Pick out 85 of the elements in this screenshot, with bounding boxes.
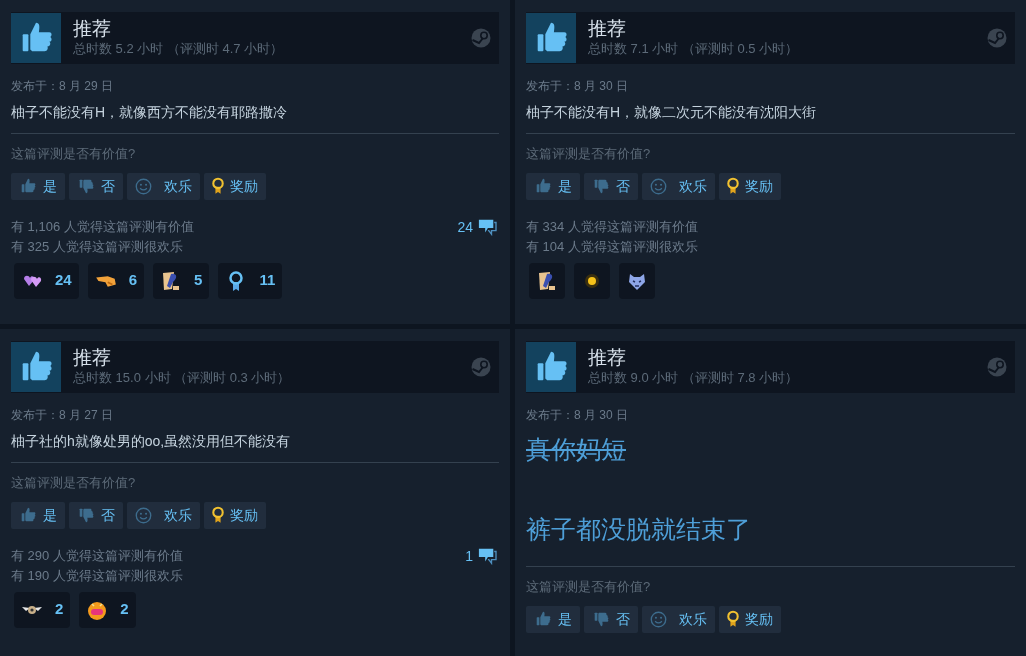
thumbs-up-icon: [19, 177, 37, 195]
vote-button[interactable]: 否: [69, 172, 123, 200]
vote-button[interactable]: 奖励: [719, 605, 781, 633]
scroll-icon: [536, 269, 558, 292]
comments-link[interactable]: 24: [457, 216, 497, 238]
award-count: 6: [128, 270, 138, 291]
vote-button[interactable]: 是: [526, 172, 580, 200]
award-count: 2: [120, 599, 129, 620]
thumbs-up-icon: [534, 177, 552, 195]
playtime-text: 总时数 15.0 小时 （评测时 0.3 小时）: [73, 369, 292, 387]
award-badge[interactable]: 11: [218, 262, 283, 299]
helpful-question: 这篇评测是否有价值?: [11, 474, 137, 492]
playtime-text: 总时数 9.0 小时 （评测时 7.8 小时）: [588, 369, 800, 387]
verdict-title: 推荐: [588, 18, 627, 40]
smiley-icon: [135, 506, 152, 524]
vote-button[interactable]: 奖励: [204, 172, 266, 200]
playtime-text: 总时数 7.1 小时 （评测时 0.5 小时）: [588, 40, 800, 58]
vote-button[interactable]: 是: [11, 501, 65, 529]
posted-date: 发布于：8 月 30 日: [526, 407, 630, 424]
vote-button[interactable]: 欢乐: [127, 501, 200, 529]
award-badge[interactable]: 2: [14, 591, 71, 628]
helpful-question: 这篇评测是否有价值?: [526, 145, 652, 163]
vote-button[interactable]: 否: [584, 605, 638, 633]
award-count: 2: [55, 599, 64, 620]
award-badge[interactable]: 24: [14, 262, 79, 299]
award-badge[interactable]: [574, 262, 610, 299]
vote-button[interactable]: 是: [11, 172, 65, 200]
steam-logo-icon: [987, 28, 1007, 48]
vote-button[interactable]: 否: [69, 501, 123, 529]
vote-button[interactable]: 奖励: [719, 172, 781, 200]
thumbs-up-icon: [19, 506, 37, 524]
award-badge[interactable]: 6: [87, 262, 145, 299]
vote-button[interactable]: 是: [526, 605, 580, 633]
helpful-question: 这篇评测是否有价值?: [526, 578, 652, 596]
playtime-text: 总时数 5.2 小时 （评测时 4.7 小时）: [73, 40, 285, 58]
vote-button[interactable]: 欢乐: [127, 172, 200, 200]
verdict-title: 推荐: [73, 347, 112, 369]
posted-date: 发布于：8 月 29 日: [11, 78, 115, 95]
review-text: 柚子社的h就像处男的oo,虽然没用但不能没有: [11, 432, 292, 451]
thumbs-down-icon: [77, 506, 95, 524]
ribbon-icon: [212, 177, 224, 195]
verdict-title: 推荐: [588, 347, 627, 369]
pointing-hand-icon: [94, 273, 117, 288]
vote-button[interactable]: 欢乐: [642, 172, 715, 200]
review-heading: 裤子都没脱就结束了: [526, 514, 751, 545]
speech-bubble-icon: [477, 218, 497, 236]
winged-eye-icon: [21, 604, 43, 615]
smiley-icon: [650, 177, 667, 195]
review-text: 柚子不能没有H，就像西方不能没有耶路撒冷: [11, 103, 289, 122]
award-count: 11: [259, 270, 276, 291]
vote-button[interactable]: 否: [584, 172, 638, 200]
ribbon-icon: [212, 506, 224, 524]
thumbs-down-icon: [77, 177, 95, 195]
steam-logo-icon: [471, 357, 491, 377]
comments-link[interactable]: 1: [465, 545, 497, 567]
steam-logo-icon: [471, 28, 491, 48]
helpful-count-text: 有 1,106 人觉得这篇评测有价值: [11, 217, 195, 236]
helpful-count-text: 有 290 人觉得这篇评测有价值: [11, 546, 184, 565]
helpful-count-text: 有 104 人觉得这篇评测很欢乐: [526, 237, 699, 256]
award-badge[interactable]: 2: [79, 591, 136, 628]
thumbs-up-icon: [534, 610, 552, 628]
verdict-title: 推荐: [73, 18, 112, 40]
helpful-question: 这篇评测是否有价值?: [11, 145, 137, 163]
speech-bubble-icon: [477, 547, 497, 565]
thumbs-down-icon: [592, 177, 610, 195]
posted-date: 发布于：8 月 30 日: [526, 78, 630, 95]
award-count: 5: [194, 270, 203, 291]
vote-button[interactable]: 欢乐: [642, 605, 715, 633]
thumbs-down-icon: [592, 610, 610, 628]
helpful-count-text: 有 325 人觉得这篇评测很欢乐: [11, 237, 184, 256]
vote-button[interactable]: 奖励: [204, 501, 266, 529]
review-text: 柚子不能没有H，就像二次元不能没有沈阳大街: [526, 103, 818, 122]
struck-review-heading: 真你妈短: [526, 434, 626, 465]
ribbon-icon: [727, 177, 739, 195]
helpful-count-text: 有 190 人觉得这篇评测很欢乐: [11, 566, 184, 585]
steam-logo-icon: [987, 357, 1007, 377]
smiley-icon: [135, 177, 152, 195]
award-badge[interactable]: [619, 262, 655, 299]
award-count: 24: [55, 270, 72, 291]
award-badge[interactable]: [529, 262, 565, 299]
posted-date: 发布于：8 月 27 日: [11, 407, 115, 424]
ribbon-icon: [727, 610, 739, 628]
smiley-icon: [650, 610, 667, 628]
award-badge[interactable]: 5: [153, 262, 210, 299]
helpful-count-text: 有 334 人觉得这篇评测有价值: [526, 217, 699, 236]
